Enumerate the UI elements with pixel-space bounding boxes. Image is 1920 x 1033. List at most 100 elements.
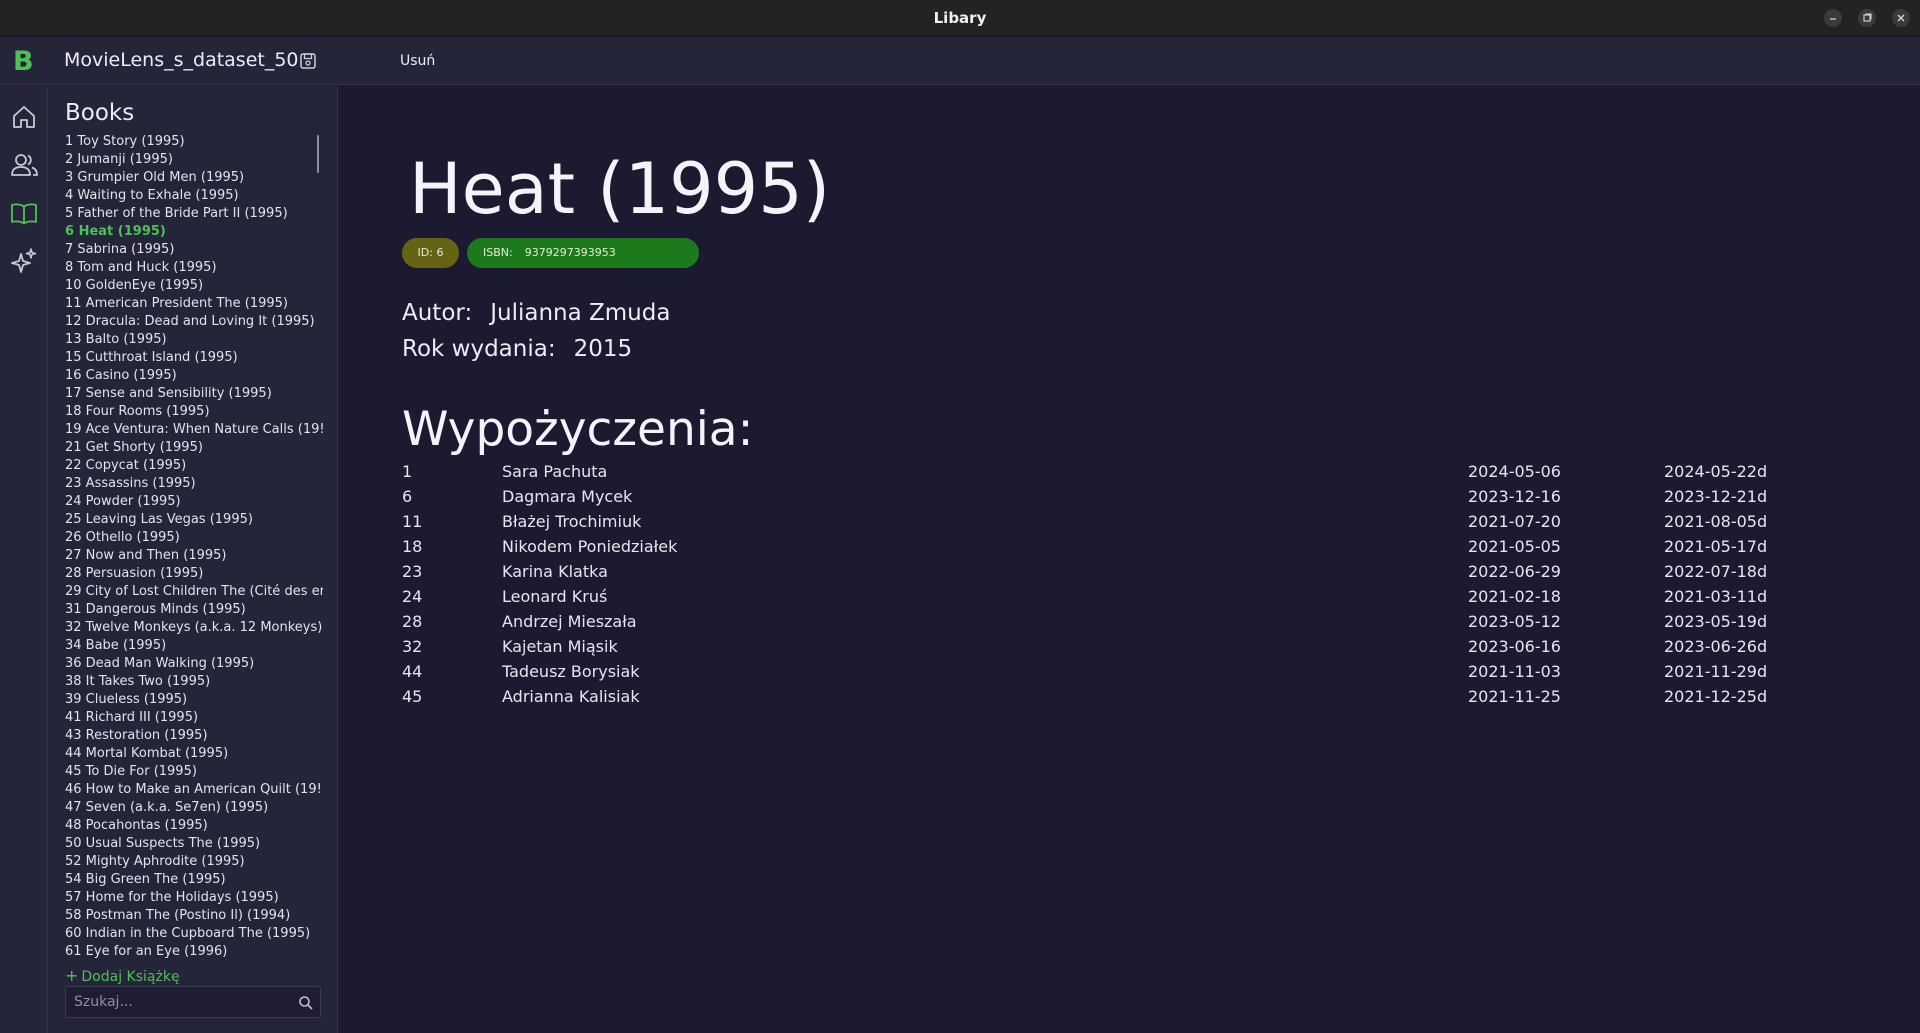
loan-row: 1 Sara Pachuta 2024-05-06 2024-05-22d bbox=[402, 462, 1802, 487]
isbn-badge: ISBN: 9379297393953 bbox=[467, 238, 699, 268]
book-list-item[interactable]: 36 Dead Man Walking (1995) bbox=[65, 655, 323, 673]
loan-row: 28 Andrzej Mieszała 2023-05-12 2023-05-19d bbox=[402, 612, 1802, 637]
book-list-item[interactable]: 27 Now and Then (1995) bbox=[65, 547, 323, 565]
loan-reader-id: 44 bbox=[402, 662, 423, 681]
book-list-item[interactable]: 39 Clueless (1995) bbox=[65, 691, 323, 709]
close-icon bbox=[1897, 14, 1905, 22]
book-list-item[interactable]: 17 Sense and Sensibility (1995) bbox=[65, 385, 323, 403]
loan-reader-name: Karina Klatka bbox=[502, 562, 608, 581]
book-list-item[interactable]: 52 Mighty Aphrodite (1995) bbox=[65, 853, 323, 871]
minimize-button[interactable] bbox=[1824, 9, 1842, 27]
nav-users[interactable] bbox=[9, 150, 39, 180]
sparkles-icon bbox=[11, 248, 37, 273]
book-list-item[interactable]: 11 American President The (1995) bbox=[65, 295, 323, 313]
book-list-item[interactable]: 48 Pocahontas (1995) bbox=[65, 817, 323, 835]
book-list-item[interactable]: 21 Get Shorty (1995) bbox=[65, 439, 323, 457]
loan-reader-name: Kajetan Miąsik bbox=[502, 637, 618, 656]
book-list-item[interactable]: 7 Sabrina (1995) bbox=[65, 241, 323, 259]
book-list-item[interactable]: 38 It Takes Two (1995) bbox=[65, 673, 323, 691]
loan-row: 11 Błażej Trochimiuk 2021-07-20 2021-08-05d bbox=[402, 512, 1802, 537]
loan-reader-id: 45 bbox=[402, 687, 423, 706]
loan-reader-id: 11 bbox=[402, 512, 423, 531]
loan-start-date: 2022-06-29 bbox=[1468, 562, 1561, 581]
nav-books[interactable] bbox=[9, 198, 39, 228]
loan-row: 18 Nikodem Poniedziałek 2021-05-05 2021-05-… bbox=[402, 537, 1802, 562]
book-icon bbox=[11, 203, 37, 225]
book-list-item[interactable]: 1 Toy Story (1995) bbox=[65, 133, 323, 151]
book-list-item[interactable]: 44 Mortal Kombat (1995) bbox=[65, 745, 323, 763]
loan-end-date: 2021-03-11d bbox=[1664, 587, 1768, 606]
loan-reader-id: 23 bbox=[402, 562, 423, 581]
book-list-item[interactable]: 31 Dangerous Minds (1995) bbox=[65, 601, 323, 619]
book-list-item[interactable]: 24 Powder (1995) bbox=[65, 493, 323, 511]
book-list-item[interactable]: 26 Othello (1995) bbox=[65, 529, 323, 547]
book-list-item[interactable]: 50 Usual Suspects The (1995) bbox=[65, 835, 323, 853]
loan-reader-id: 6 bbox=[402, 487, 413, 506]
book-list-item[interactable]: 16 Casino (1995) bbox=[65, 367, 323, 385]
book-list-item[interactable]: 57 Home for the Holidays (1995) bbox=[65, 889, 323, 907]
loan-reader-name: Błażej Trochimiuk bbox=[502, 512, 642, 531]
loan-start-date: 2023-12-16 bbox=[1468, 487, 1561, 506]
book-list-item[interactable]: 34 Babe (1995) bbox=[65, 637, 323, 655]
book-list-item[interactable]: 4 Waiting to Exhale (1995) bbox=[65, 187, 323, 205]
book-list-item[interactable]: 47 Seven (a.k.a. Se7en) (1995) bbox=[65, 799, 323, 817]
loan-end-date: 2021-05-17d bbox=[1664, 537, 1768, 556]
nav-recommendations[interactable] bbox=[9, 246, 39, 276]
loan-start-date: 2021-07-20 bbox=[1468, 512, 1561, 531]
book-list[interactable]: 1 Toy Story (1995) 2 Jumanji (1995) 3 Grum… bbox=[65, 133, 323, 962]
save-icon[interactable] bbox=[298, 51, 318, 71]
year-label: Rok wydania: bbox=[402, 336, 556, 362]
add-book-button[interactable]: + Dodaj Książkę bbox=[65, 966, 180, 985]
book-list-item[interactable]: 60 Indian in the Cupboard The (1995) bbox=[65, 925, 323, 943]
book-list-item[interactable]: 61 Eye for an Eye (1996) bbox=[65, 943, 323, 961]
loan-row: 6 Dagmara Mycek 2023-12-16 2023-12-21d bbox=[402, 487, 1802, 512]
book-list-item[interactable]: 5 Father of the Bride Part II (1995) bbox=[65, 205, 323, 223]
book-list-item[interactable]: 13 Balto (1995) bbox=[65, 331, 323, 349]
loans-title: Wypożyczenia: bbox=[402, 402, 754, 457]
book-list-item[interactable]: 22 Copycat (1995) bbox=[65, 457, 323, 475]
book-list-item[interactable]: 29 City of Lost Children The (Cité des e… bbox=[65, 583, 323, 601]
book-list-item[interactable]: 15 Cutthroat Island (1995) bbox=[65, 349, 323, 367]
search-input[interactable] bbox=[74, 987, 284, 1017]
loan-end-date: 2023-06-26d bbox=[1664, 637, 1768, 656]
id-badge: ID: 6 bbox=[402, 238, 459, 268]
loan-reader-name: Andrzej Mieszała bbox=[502, 612, 637, 631]
loan-end-date: 2023-12-21d bbox=[1664, 487, 1768, 506]
window-titlebar: Libary bbox=[0, 0, 1920, 36]
book-list-item[interactable]: 23 Assassins (1995) bbox=[65, 475, 323, 493]
book-list-item[interactable]: 19 Ace Ventura: When Nature Calls (19! bbox=[65, 421, 323, 439]
loan-end-date: 2022-07-18d bbox=[1664, 562, 1768, 581]
loan-row: 24 Leonard Kruś 2021-02-18 2021-03-11d bbox=[402, 587, 1802, 612]
book-list-item[interactable]: 10 GoldenEye (1995) bbox=[65, 277, 323, 295]
book-list-item[interactable]: 6 Heat (1995) bbox=[65, 223, 323, 241]
book-list-item[interactable]: 45 To Die For (1995) bbox=[65, 763, 323, 781]
loan-reader-id: 18 bbox=[402, 537, 423, 556]
nav-home[interactable] bbox=[9, 102, 39, 132]
book-list-item[interactable]: 54 Big Green The (1995) bbox=[65, 871, 323, 889]
year-value: 2015 bbox=[573, 336, 633, 362]
close-button[interactable] bbox=[1892, 9, 1910, 27]
book-list-item[interactable]: 43 Restoration (1995) bbox=[65, 727, 323, 745]
delete-button[interactable]: Usuń bbox=[392, 51, 443, 71]
maximize-button[interactable] bbox=[1858, 9, 1876, 27]
book-list-item[interactable]: 25 Leaving Las Vegas (1995) bbox=[65, 511, 323, 529]
plus-icon: + bbox=[65, 966, 79, 985]
book-list-scrollbar[interactable] bbox=[317, 135, 319, 173]
book-list-item[interactable]: 8 Tom and Huck (1995) bbox=[65, 259, 323, 277]
loan-end-date: 2023-05-19d bbox=[1664, 612, 1768, 631]
book-list-item[interactable]: 2 Jumanji (1995) bbox=[65, 151, 323, 169]
loan-reader-id: 32 bbox=[402, 637, 423, 656]
book-list-item[interactable]: 18 Four Rooms (1995) bbox=[65, 403, 323, 421]
book-list-item[interactable]: 58 Postman The (Postino Il) (1994) bbox=[65, 907, 323, 925]
books-panel: Books 1 Toy Story (1995) 2 Jumanji (1995)… bbox=[48, 86, 338, 1033]
book-list-item[interactable]: 41 Richard III (1995) bbox=[65, 709, 323, 727]
year-row: Rok wydania: 2015 bbox=[402, 336, 632, 362]
book-list-item[interactable]: 32 Twelve Monkeys (a.k.a. 12 Monkeys) bbox=[65, 619, 323, 637]
book-list-item[interactable]: 12 Dracula: Dead and Loving It (1995) bbox=[65, 313, 323, 331]
book-list-item[interactable]: 28 Persuasion (1995) bbox=[65, 565, 323, 583]
loan-reader-name: Dagmara Mycek bbox=[502, 487, 633, 506]
restore-icon bbox=[1863, 13, 1872, 22]
book-list-item[interactable]: 3 Grumpier Old Men (1995) bbox=[65, 169, 323, 187]
book-list-item[interactable]: 46 How to Make an American Quilt (19! bbox=[65, 781, 323, 799]
search-icon[interactable] bbox=[298, 995, 314, 1011]
